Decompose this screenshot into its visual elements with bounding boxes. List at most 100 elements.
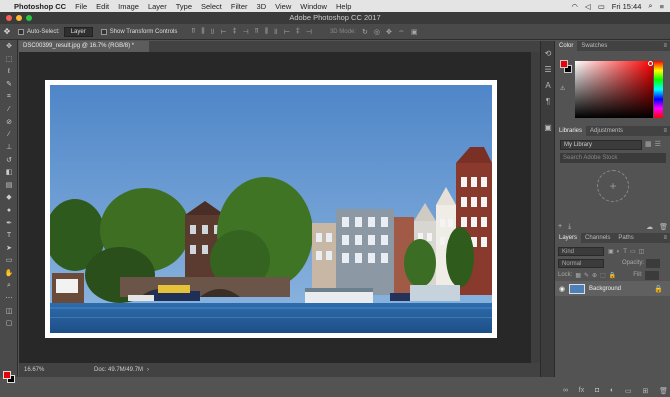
layer-filter-icons[interactable]: ▣◐T▭◫ [608,248,647,255]
tab-layers[interactable]: Layers [555,233,582,243]
foreground-color-chip[interactable] [560,60,568,68]
menu-filter[interactable]: Filter [231,2,248,11]
opacity-input[interactable] [646,258,661,268]
color-panel-menu-icon[interactable]: ≡ [663,43,670,49]
battery-icon[interactable]: ▭ [598,2,605,11]
menu-edit[interactable]: Edit [96,2,109,11]
menu-file[interactable]: File [75,2,87,11]
list-icon[interactable]: ≡ [660,2,664,11]
libraries-panel-menu-icon[interactable]: ≡ [663,128,670,134]
adjustment-layer-icon[interactable]: ◐ [610,387,614,394]
library-view-icons[interactable]: ▦☰ [645,140,664,148]
auto-select-dropdown[interactable]: Layer [63,26,93,37]
clone-stamp-tool-icon[interactable]: ⊥ [0,141,18,154]
color-picker-marker[interactable] [648,61,653,66]
menu-type[interactable]: Type [176,2,192,11]
add-content-icon[interactable]: + [597,170,629,202]
rectangle-tool-icon[interactable]: ▭ [0,254,18,267]
hand-tool-icon[interactable]: ✋ [0,267,18,280]
color-field[interactable] [575,61,653,118]
new-layer-icon[interactable]: ⊞ [642,387,648,395]
properties-panel-icon[interactable]: ☰ [541,61,555,77]
document-tab[interactable]: DSC00399_result.jpg @ 16.7% (RGB/8) * [19,41,149,52]
eyedropper-tool-icon[interactable]: ⁄ [0,103,18,116]
move-tool-icon[interactable]: ✥ [0,40,18,53]
align-right-icon[interactable]: ⊣ [243,28,249,36]
align-hcenter-icon[interactable]: ‡ [233,28,237,36]
3d-pan-icon[interactable]: ✥ [386,28,392,36]
layer-kind-filter[interactable]: Kind [558,246,604,256]
history-panel-icon[interactable]: ⟲ [541,45,555,61]
distribute-right-icon[interactable]: ⊣ [306,28,312,36]
upload-icon[interactable]: ⤓ [568,223,571,231]
gradient-tool-icon[interactable]: ▤ [0,179,18,192]
type-tool-icon[interactable]: T [0,229,18,242]
clock[interactable]: Fri 15:44 [612,2,642,11]
menu-image[interactable]: Image [118,2,139,11]
align-vcenter-icon[interactable]: ⫼ [201,28,204,36]
trash-icon[interactable]: 🗑 [659,223,668,231]
fill-input[interactable] [644,270,659,280]
move-tool-icon[interactable]: ✥ [0,27,14,36]
distribute-vcenter-icon[interactable]: ⫼ [265,28,268,36]
more-tools-icon[interactable]: ⋯ [0,292,18,305]
screen-mode-icon[interactable]: ▢ [0,317,18,330]
tab-paths[interactable]: Paths [614,233,637,243]
3d-rotate-icon[interactable]: ↻ [362,28,368,36]
distribute-top-icon[interactable]: ⫪ [255,28,259,36]
tab-channels[interactable]: Channels [581,233,614,243]
pen-tool-icon[interactable]: ✒ [0,216,18,229]
layer-style-icon[interactable]: fx [579,387,584,394]
menu-layer[interactable]: Layer [148,2,167,11]
layer-row-background[interactable]: ◉ Background 🔒 [555,281,670,296]
search-icon[interactable]: ⌕ [648,1,652,11]
quick-select-tool-icon[interactable]: ✎ [0,78,18,91]
brush-tool-icon[interactable]: ∕ [0,128,18,141]
menu-help[interactable]: Help [336,2,351,11]
paragraph-panel-icon[interactable]: ¶ [541,93,555,109]
menu-window[interactable]: Window [300,2,327,11]
menu-app[interactable]: Photoshop CC [14,2,66,11]
marquee-tool-icon[interactable]: ⬚ [0,53,18,66]
distribute-bottom-icon[interactable]: ⫫ [274,28,278,36]
foreground-color-swatch[interactable] [3,371,11,379]
delete-layer-icon[interactable]: 🗑 [659,387,668,395]
layer-lock-icon[interactable]: 🔒 [654,285,663,293]
library-select[interactable]: My Library [560,140,642,150]
menu-view[interactable]: View [275,2,291,11]
canvas-vertical-scrollbar[interactable] [531,52,540,363]
show-transform-checkbox[interactable] [100,28,107,35]
eraser-tool-icon[interactable]: ◧ [0,166,18,179]
lock-icons[interactable]: ▦✎⊕⬚🔒 [575,272,619,279]
distribute-hcenter-icon[interactable]: ‡ [296,28,300,36]
wifi-icon[interactable]: ◠ [571,2,578,11]
link-layers-icon[interactable]: ∞ [563,387,568,394]
lasso-tool-icon[interactable]: ℓ [0,65,18,78]
distribute-left-icon[interactable]: ⊢ [284,28,290,36]
hue-slider[interactable] [654,61,663,118]
quick-mask-icon[interactable]: ◫ [0,304,18,317]
align-bottom-icon[interactable]: ⫫ [211,28,215,36]
document-image[interactable] [50,85,492,333]
zoom-tool-icon[interactable]: ⌕ [0,279,18,292]
menu-3d[interactable]: 3D [257,2,267,11]
tab-libraries[interactable]: Libraries [555,126,587,136]
dodge-tool-icon[interactable]: ● [0,204,18,217]
doc-size[interactable]: Doc: 49.7M/49.7M [94,367,143,373]
adobe-stock-search[interactable]: Search Adobe Stock [560,153,666,163]
history-brush-tool-icon[interactable]: ↺ [0,153,18,166]
status-arrow-icon[interactable]: › [147,367,149,373]
menu-select[interactable]: Select [201,2,222,11]
zoom-level[interactable]: 16.67% [19,367,59,373]
3d-slide-icon[interactable]: ⇔ [398,28,405,36]
add-mask-icon[interactable]: ◘ [595,387,599,394]
align-top-icon[interactable]: ⫪ [191,28,195,36]
navigator-panel-icon[interactable]: ▣ [541,119,555,135]
3d-roll-icon[interactable]: ◎ [374,28,380,36]
healing-brush-tool-icon[interactable]: ⊘ [0,116,18,129]
tab-swatches[interactable]: Swatches [577,41,611,51]
visibility-eye-icon[interactable]: ◉ [555,285,569,293]
gamut-warning-icon[interactable]: ⚠ [560,85,565,92]
cloud-sync-icon[interactable]: ☁ [646,223,653,231]
crop-tool-icon[interactable]: ⌗ [0,90,18,103]
